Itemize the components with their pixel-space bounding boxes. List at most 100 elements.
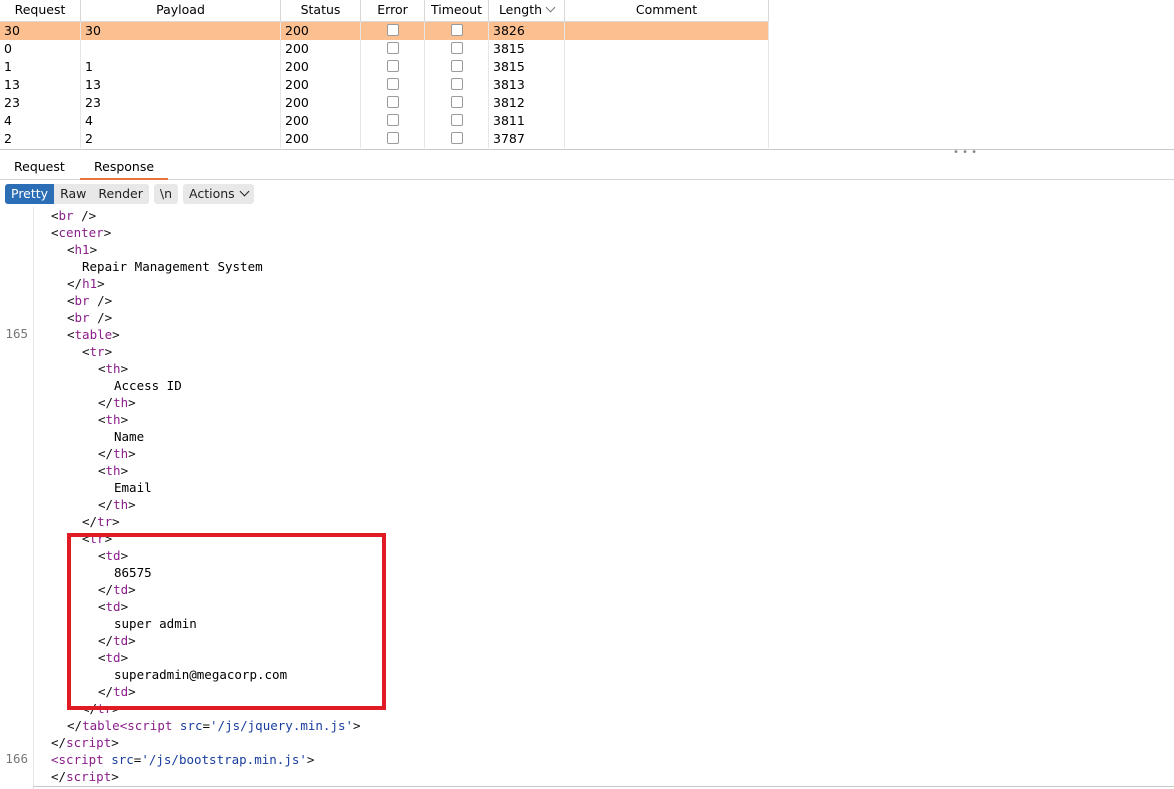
line-number: 165	[5, 326, 28, 341]
table-row[interactable]: 1 1 200 3815	[0, 58, 769, 76]
column-header-length-label: Length	[498, 2, 543, 17]
timeout-checkbox[interactable]	[450, 24, 463, 36]
cell-timeout	[425, 130, 489, 148]
code-line: <tr>	[82, 531, 113, 546]
cell-comment	[565, 76, 769, 94]
cell-error	[361, 76, 425, 94]
actions-label: Actions	[189, 186, 235, 201]
cell-length: 3811	[489, 112, 565, 130]
code-line: <br />	[67, 310, 113, 325]
code-line: Repair Management System	[82, 259, 263, 274]
code-line: Name	[114, 429, 145, 444]
pretty-button[interactable]: Pretty	[5, 184, 55, 204]
cell-status: 200	[281, 22, 361, 40]
timeout-checkbox[interactable]	[450, 60, 463, 72]
code-line: <td>	[98, 599, 129, 614]
cell-request: 4	[0, 112, 81, 130]
cell-timeout	[425, 22, 489, 40]
cell-payload: 1	[81, 58, 281, 76]
line-number: 166	[5, 751, 28, 766]
code-line: </th>	[98, 497, 136, 512]
cell-length: 3826	[489, 22, 565, 40]
table-row[interactable]: 30 30 200 3826	[0, 22, 769, 40]
code-line: <br />	[51, 208, 97, 223]
cell-payload	[81, 40, 281, 58]
cell-comment	[565, 40, 769, 58]
cell-payload: 23	[81, 94, 281, 112]
pane-divider[interactable]	[0, 149, 1174, 150]
timeout-checkbox[interactable]	[450, 114, 463, 126]
code-line: </th>	[98, 395, 136, 410]
render-button[interactable]: Render	[92, 184, 149, 204]
cell-request: 1	[0, 58, 81, 76]
column-header-timeout[interactable]: Timeout	[425, 0, 489, 21]
response-editor[interactable]: 165 166 <br /> <center> <h1> Repair Mana…	[0, 207, 1174, 789]
error-checkbox[interactable]	[386, 78, 399, 90]
actions-dropdown[interactable]: Actions	[183, 184, 254, 204]
column-header-payload[interactable]: Payload	[81, 0, 281, 21]
cell-request: 30	[0, 22, 81, 40]
code-line: <script src='/js/bootstrap.min.js'>	[51, 752, 315, 767]
cell-timeout	[425, 94, 489, 112]
cell-status: 200	[281, 130, 361, 148]
cell-timeout	[425, 112, 489, 130]
error-checkbox[interactable]	[386, 132, 399, 144]
code-line: <tr>	[82, 344, 113, 359]
cell-comment	[565, 58, 769, 76]
code-line: </script>	[51, 735, 119, 750]
tab-response[interactable]: Response	[80, 155, 169, 180]
error-checkbox[interactable]	[386, 24, 399, 36]
table-row[interactable]: 4 4 200 3811	[0, 112, 769, 130]
code-line: </script>	[51, 769, 119, 784]
error-checkbox[interactable]	[386, 60, 399, 72]
code-line: <td>	[98, 548, 129, 563]
code-line: </th>	[98, 446, 136, 461]
newline-toggle-button[interactable]: \n	[153, 184, 179, 204]
view-mode-group: Pretty Raw Render	[5, 184, 149, 204]
column-header-error[interactable]: Error	[361, 0, 425, 21]
column-header-status[interactable]: Status	[281, 0, 361, 21]
table-row[interactable]: 2 2 200 3787	[0, 130, 769, 148]
timeout-checkbox[interactable]	[450, 78, 463, 90]
cell-error	[361, 94, 425, 112]
editor-bottom-border	[33, 786, 1174, 787]
code-line: </tr>	[82, 701, 120, 716]
cell-length: 3787	[489, 130, 565, 148]
code-line: <th>	[98, 412, 129, 427]
error-checkbox[interactable]	[386, 96, 399, 108]
cell-request: 2	[0, 130, 81, 148]
raw-button[interactable]: Raw	[54, 184, 93, 204]
chevron-down-icon	[239, 186, 250, 197]
cell-comment	[565, 112, 769, 130]
cell-length: 3815	[489, 58, 565, 76]
table-row[interactable]: 23 23 200 3812	[0, 94, 769, 112]
cell-error	[361, 112, 425, 130]
cell-status: 200	[281, 76, 361, 94]
response-toolbar: Pretty Raw Render \n Actions	[5, 184, 254, 204]
cell-request: 13	[0, 76, 81, 94]
code-line: super admin	[114, 616, 197, 631]
column-header-request[interactable]: Request	[0, 0, 81, 21]
timeout-checkbox[interactable]	[450, 132, 463, 144]
error-checkbox[interactable]	[386, 42, 399, 54]
column-header-comment[interactable]: Comment	[565, 0, 769, 21]
column-header-length[interactable]: Length	[489, 0, 565, 21]
tab-request[interactable]: Request	[0, 155, 79, 178]
code-line: Access ID	[114, 378, 182, 393]
message-tabs: Request Response	[0, 155, 1174, 180]
error-checkbox[interactable]	[386, 114, 399, 126]
table-row[interactable]: 0 200 3815	[0, 40, 769, 58]
table-header: Request Payload Status Error Timeout Len…	[0, 0, 769, 22]
cell-length: 3812	[489, 94, 565, 112]
timeout-checkbox[interactable]	[450, 42, 463, 54]
code-line: superadmin@megacorp.com	[114, 667, 288, 682]
code-line: </tr>	[82, 514, 120, 529]
code-line: <th>	[98, 361, 129, 376]
timeout-checkbox[interactable]	[450, 96, 463, 108]
code-line: <br />	[67, 293, 113, 308]
cell-length: 3815	[489, 40, 565, 58]
line-number-gutter: 165 166	[0, 207, 34, 789]
table-row[interactable]: 13 13 200 3813	[0, 76, 769, 94]
cell-payload: 2	[81, 130, 281, 148]
cell-status: 200	[281, 94, 361, 112]
